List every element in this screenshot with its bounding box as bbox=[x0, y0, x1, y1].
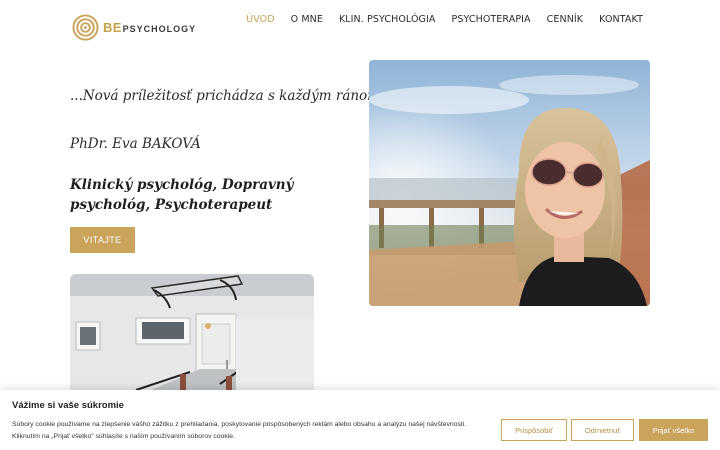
accept-all-cookies-button[interactable]: Prijať všetko bbox=[639, 419, 708, 441]
customize-cookies-button[interactable]: Prispôsobiť bbox=[501, 419, 567, 441]
logo-be-text: BE bbox=[103, 19, 122, 35]
office-building-photo bbox=[70, 274, 314, 399]
site-logo[interactable]: BE PSYCHOLOGY bbox=[72, 13, 196, 41]
therapist-name: PhDr. Eva BAKOVÁ bbox=[70, 136, 201, 152]
therapist-portrait-photo bbox=[369, 60, 650, 306]
therapist-roles: Klinický psychológ, Dopravný psychológ, … bbox=[70, 177, 294, 213]
nav-item-klin-psychologia[interactable]: KLIN. PSYCHOLÓGIA bbox=[339, 14, 436, 25]
logo-wordmark: BE PSYCHOLOGY bbox=[103, 20, 196, 35]
nav-item-uvod[interactable]: ÚVOD bbox=[246, 14, 274, 25]
nav-item-o-mne[interactable]: O MNE bbox=[291, 14, 323, 25]
nav-item-psychoterapia[interactable]: PSYCHOTERAPIA bbox=[452, 14, 531, 25]
nav-item-kontakt[interactable]: KONTAKT bbox=[599, 14, 643, 25]
nav-item-cennik[interactable]: CENNÍK bbox=[547, 14, 583, 25]
cookie-title: Vážime si vaše súkromie bbox=[12, 400, 124, 411]
logo-mark-icon bbox=[72, 13, 99, 41]
logo-psychology-text: PSYCHOLOGY bbox=[122, 23, 197, 34]
main-nav: ÚVOD O MNE KLIN. PSYCHOLÓGIA PSYCHOTERAP… bbox=[230, 14, 643, 25]
portrait-illustration bbox=[369, 60, 650, 306]
welcome-button[interactable]: VITAJTE bbox=[70, 227, 135, 253]
reject-cookies-button[interactable]: Odmietnuť bbox=[571, 419, 634, 441]
site-header: BE PSYCHOLOGY ÚVOD O MNE KLIN. PSYCHOLÓG… bbox=[0, 0, 720, 46]
building-illustration bbox=[70, 274, 314, 399]
hero-tagline: ...Nová príležitosť prichádza s každým r… bbox=[70, 88, 393, 104]
cookie-description: Súbory cookie používame na zlepšenie váš… bbox=[12, 421, 467, 440]
cookie-consent-banner: Vážime si vaše súkromie Súbory cookie po… bbox=[0, 390, 720, 450]
